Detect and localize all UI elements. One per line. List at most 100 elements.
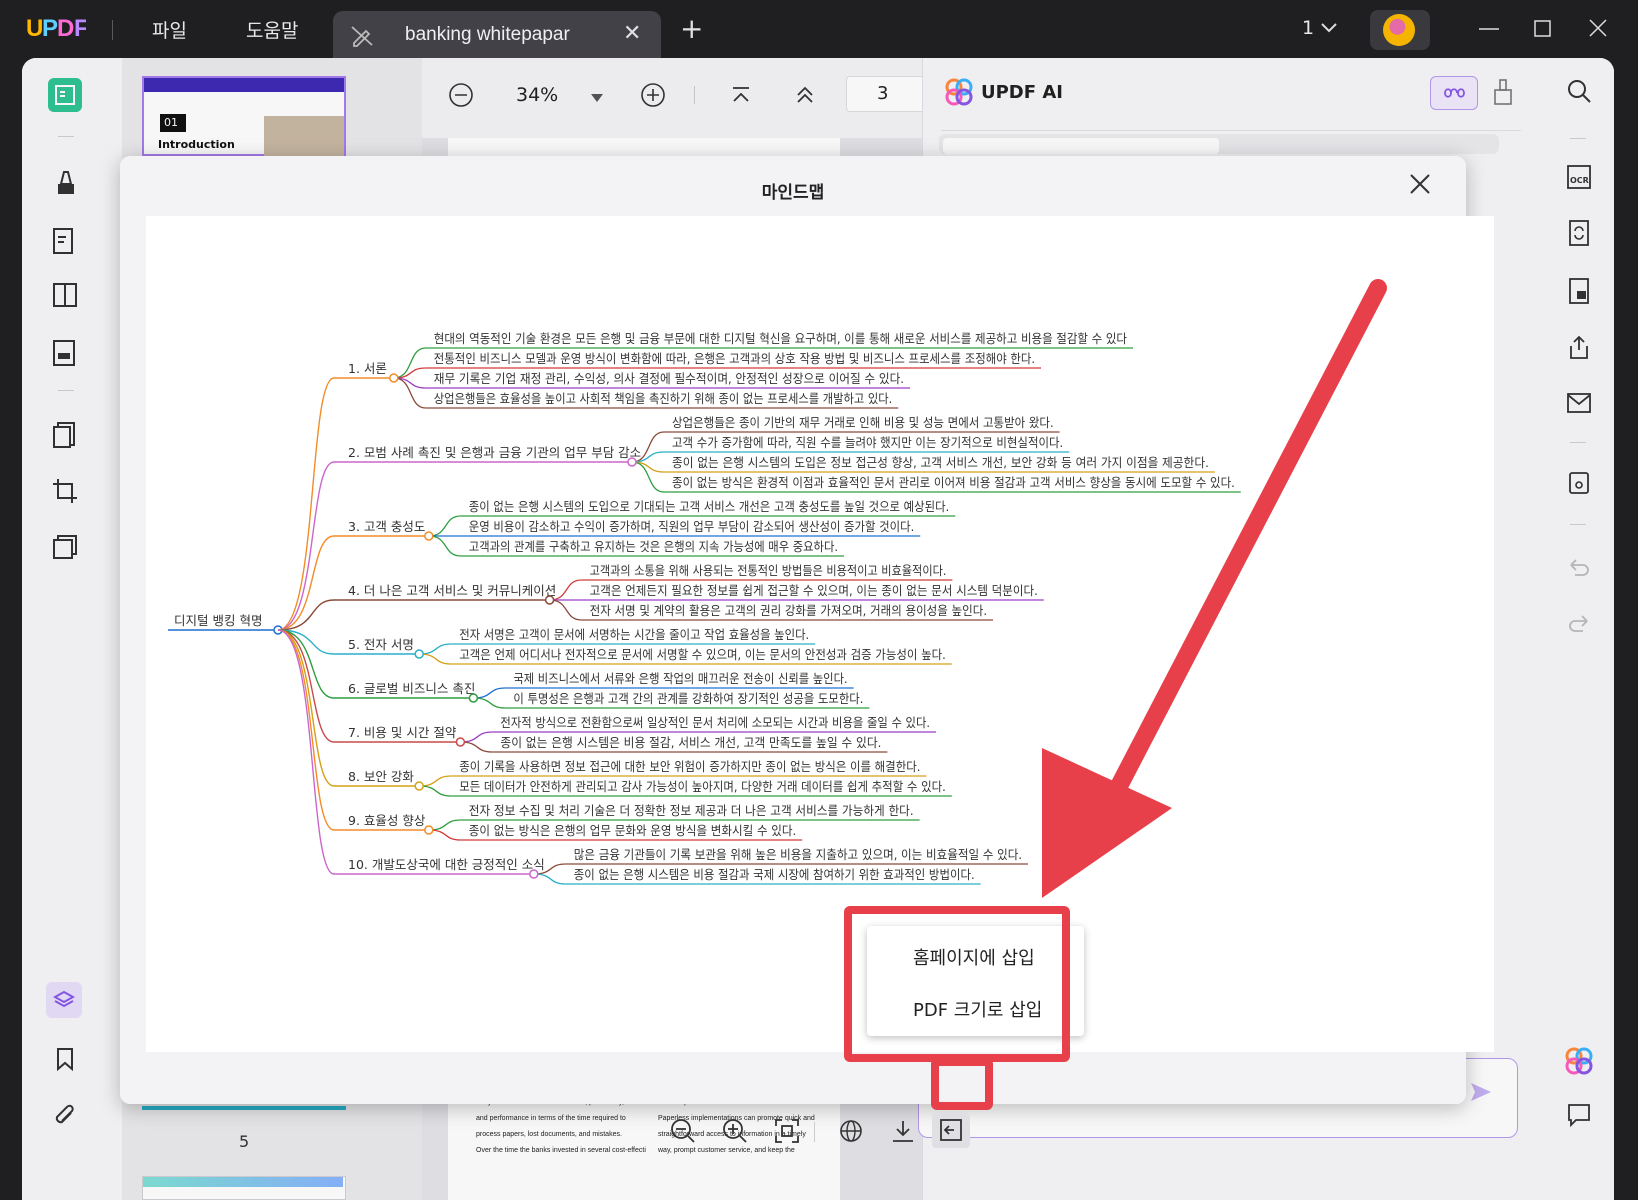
mindmap-branch-label: 9. 효율성 향상 — [348, 813, 426, 828]
mindmap-leaf-connector — [460, 741, 493, 753]
download-icon[interactable] — [890, 1118, 916, 1148]
mindmap-leaf-text: 전자 정보 수집 및 처리 기술은 더 정확한 정보 제공과 더 나은 고객 서… — [469, 803, 914, 818]
mindmap-branch-node — [627, 457, 637, 467]
mindmap-leaf-text: 종이 없는 은행 시스템은 비용 절감과 국제 시장에 참여하기 위한 효과적인… — [574, 867, 975, 882]
app-window: UPDF 파일 도움말 banking whitepapar ✕ + 1 01 … — [0, 0, 1638, 1200]
mindmap-leaf-connector — [393, 377, 426, 389]
fit-screen-icon[interactable] — [774, 1118, 800, 1148]
title-bar: UPDF 파일 도움말 banking whitepapar ✕ + 1 — [0, 0, 1638, 59]
dialog-close-icon[interactable] — [1408, 172, 1432, 200]
mindmap-branch-label: 10. 개발도상국에 대한 긍정적인 소식 — [348, 857, 545, 872]
mindmap-leaf-connector — [393, 367, 426, 379]
mindmap-leaf-text: 운영 비용이 감소하고 수익이 증가하며, 직원의 업무 부담이 감소되어 생산… — [469, 519, 914, 534]
mindmap-branch-label: 4. 더 나은 고객 서비스 및 커뮤니케이션 — [348, 583, 556, 598]
mindmap-leaf-text: 전자 서명 및 계약의 활용은 고객의 권리 강화를 가져오며, 거래의 용이성… — [590, 603, 987, 618]
mindmap-leaf-text: 모든 데이터가 안전하게 관리되고 감사 가능성이 높아지며, 다양한 거래 데… — [459, 779, 946, 794]
app-logo: UPDF — [26, 14, 89, 47]
mindmap-branch-connector — [277, 377, 335, 631]
mindmap-leaf-text: 종이 없는 은행 시스템은 비용 절감, 서비스 개선, 고객 만족도를 높일 … — [500, 735, 881, 750]
mindmap-leaf-text: 상업은행들은 종이 기반의 재무 거래로 인해 비용 및 성능 면에서 고통받아… — [672, 415, 1054, 430]
menu-file[interactable]: 파일 — [152, 16, 187, 43]
mindmap-branch-node — [389, 373, 399, 383]
mindmap-leaf-connector — [419, 653, 452, 665]
svg-text:F: F — [74, 15, 86, 40]
mindmap-leaf-connector — [428, 515, 461, 537]
mindmap-leaf-connector — [428, 819, 461, 831]
mindmap-branch-connector — [277, 629, 335, 831]
avatar[interactable] — [1370, 10, 1430, 50]
highlight-box-insert — [931, 1058, 993, 1110]
mindmap-leaf-text: 전자적 방식으로 전환함으로써 일상적인 문서 처리에 소모되는 시간과 비용을… — [500, 715, 930, 730]
mindmap-leaf-connector — [473, 697, 506, 709]
mindmap-leaf-text: 많은 금융 기관들이 기록 보관을 위해 높은 비용을 지출하고 있으며, 이는… — [574, 847, 1022, 862]
document-tab[interactable]: banking whitepapar ✕ — [333, 11, 661, 59]
title-separator — [112, 20, 113, 40]
tab-title: banking whitepapar — [405, 24, 570, 45]
mindmap-leaf-text: 고객 수가 증가함에 따라, 직원 수를 늘려야 했지만 이는 장기적으로 비현… — [672, 435, 1063, 450]
mindmap-leaf-text: 고객과의 소통을 위해 사용되는 전통적인 방법들은 비용적이고 비효율적이다. — [590, 563, 947, 578]
mindmap-leaf-connector — [428, 829, 461, 841]
mindmap-branch-label: 6. 글로벌 비즈니스 촉진 — [348, 681, 475, 696]
mindmap-branch-label: 1. 서론 — [348, 361, 387, 376]
dialog-title: 마인드맵 — [761, 183, 825, 203]
mindmap-leaf-text: 종이 없는 방식은 은행의 업무 문화와 운영 방식을 변화시킬 수 있다. — [469, 823, 796, 838]
mindmap-leaf-connector — [533, 873, 566, 885]
mindmap-root: 디지털 뱅킹 혁명 — [174, 613, 262, 628]
svg-text:D: D — [57, 15, 75, 40]
mindmap-branch-label: 3. 고객 충성도 — [348, 519, 425, 534]
mindmap-leaf-text: 국제 비즈니스에서 서류와 은행 작업의 매끄러운 전송이 신뢰를 높인다. — [513, 671, 847, 686]
mindmap-branch-label: 7. 비용 및 시간 절약 — [348, 725, 457, 740]
mindmap-leaf-connector — [473, 687, 506, 699]
workspace: 01 Introduction 5 Commercial banks have … — [22, 58, 1614, 1200]
toolbar-separator — [814, 1122, 815, 1142]
mindmap-branch-node — [414, 781, 424, 791]
mindmap-branch-node — [414, 649, 424, 659]
mindmap-leaf-text: 고객은 언제든지 필요한 정보를 쉽게 접근할 수 있으며, 이는 종이 없는 … — [590, 583, 1038, 598]
chevron-down-icon — [1321, 23, 1337, 33]
mindmap-leaf-text: 고객은 언제 어디서나 전자적으로 문서에 서명할 수 있으며, 이는 문서의 … — [459, 647, 946, 662]
avatar-image — [1383, 14, 1415, 46]
mindmap-branch-node — [424, 531, 434, 541]
mindmap-branch-node — [544, 595, 555, 605]
annotation-arrow-icon — [1042, 279, 1387, 898]
insert-button[interactable] — [932, 1112, 970, 1148]
mindmap-branch-label: 5. 전자 서명 — [348, 637, 414, 652]
updf-logo-icon: UPD F — [26, 15, 89, 42]
tab-close-icon[interactable]: ✕ — [623, 21, 641, 46]
mindmap-leaf-connector — [419, 785, 452, 797]
mindmap-leaf-text: 전자 서명은 고객이 문서에 서명하는 시간을 줄이고 작업 효율성을 높인다. — [459, 627, 809, 642]
mindmap-branch-node — [529, 869, 539, 879]
close-window-icon[interactable] — [1588, 18, 1608, 42]
mindmap-zoom-in-icon[interactable] — [722, 1118, 748, 1148]
maximize-icon[interactable] — [1534, 20, 1552, 42]
mindmap-leaf-connector — [419, 643, 452, 655]
minimize-icon[interactable] — [1478, 18, 1500, 44]
mindmap-leaf-text: 종이 없는 은행 시스템의 도입으로 기대되는 고객 서비스 개선은 고객 충성… — [469, 499, 949, 514]
mindmap-leaf-text: 이 투명성은 은행과 고객 간의 관계를 강화하여 장기적인 성공을 도모한다. — [513, 691, 863, 706]
mindmap-leaf-connector — [631, 461, 665, 473]
page-count[interactable]: 1 — [1302, 17, 1338, 39]
mindmap-zoom-out-icon[interactable] — [670, 1118, 696, 1148]
mindmap-branch-connector — [277, 629, 335, 743]
mindmap-leaf-text: 전통적인 비즈니스 모델과 운영 방식이 변화함에 따라, 은행은 고객과의 상… — [434, 351, 1035, 366]
mindmap-leaf-text: 고객과의 관계를 구축하고 유지하는 것은 은행의 지속 가능성에 매우 중요하… — [469, 539, 838, 554]
mindmap-leaf-connector — [460, 731, 493, 743]
mindmap-branch-connector — [277, 461, 335, 631]
mindmap-leaf-connector — [428, 535, 461, 557]
mindmap-leaf-text: 종이 기록을 사용하면 정보 접근에 대한 보안 위험이 증가하지만 종이 없는… — [459, 759, 920, 774]
mindmap-branch-node — [455, 737, 466, 747]
mindmap-branch-label: 8. 보안 강화 — [348, 769, 414, 784]
edit-off-icon — [349, 23, 375, 53]
mindmap-leaf-connector — [419, 775, 452, 787]
menu-help[interactable]: 도움말 — [246, 16, 298, 43]
mindmap-leaf-text: 상업은행들은 효율성을 높이고 사회적 책임을 촉진하기 위해 종이 없는 프로… — [434, 391, 892, 406]
globe-icon[interactable] — [838, 1118, 864, 1148]
mindmap-leaf-connector — [549, 599, 582, 621]
new-tab-icon[interactable]: + — [680, 15, 703, 43]
mindmap-branch-node — [468, 693, 479, 703]
mindmap-branch-label: 2. 모범 사례 촉진 및 은행과 금융 기관의 업무 부담 감소 — [348, 445, 641, 460]
insert-icon — [940, 1119, 962, 1141]
mindmap-leaf-text: 재무 기록은 기업 재정 관리, 수익성, 의사 결정에 필수적이며, 안정적인… — [434, 371, 904, 386]
mindmap-branch-node — [424, 825, 434, 835]
page-count-value: 1 — [1302, 17, 1315, 39]
